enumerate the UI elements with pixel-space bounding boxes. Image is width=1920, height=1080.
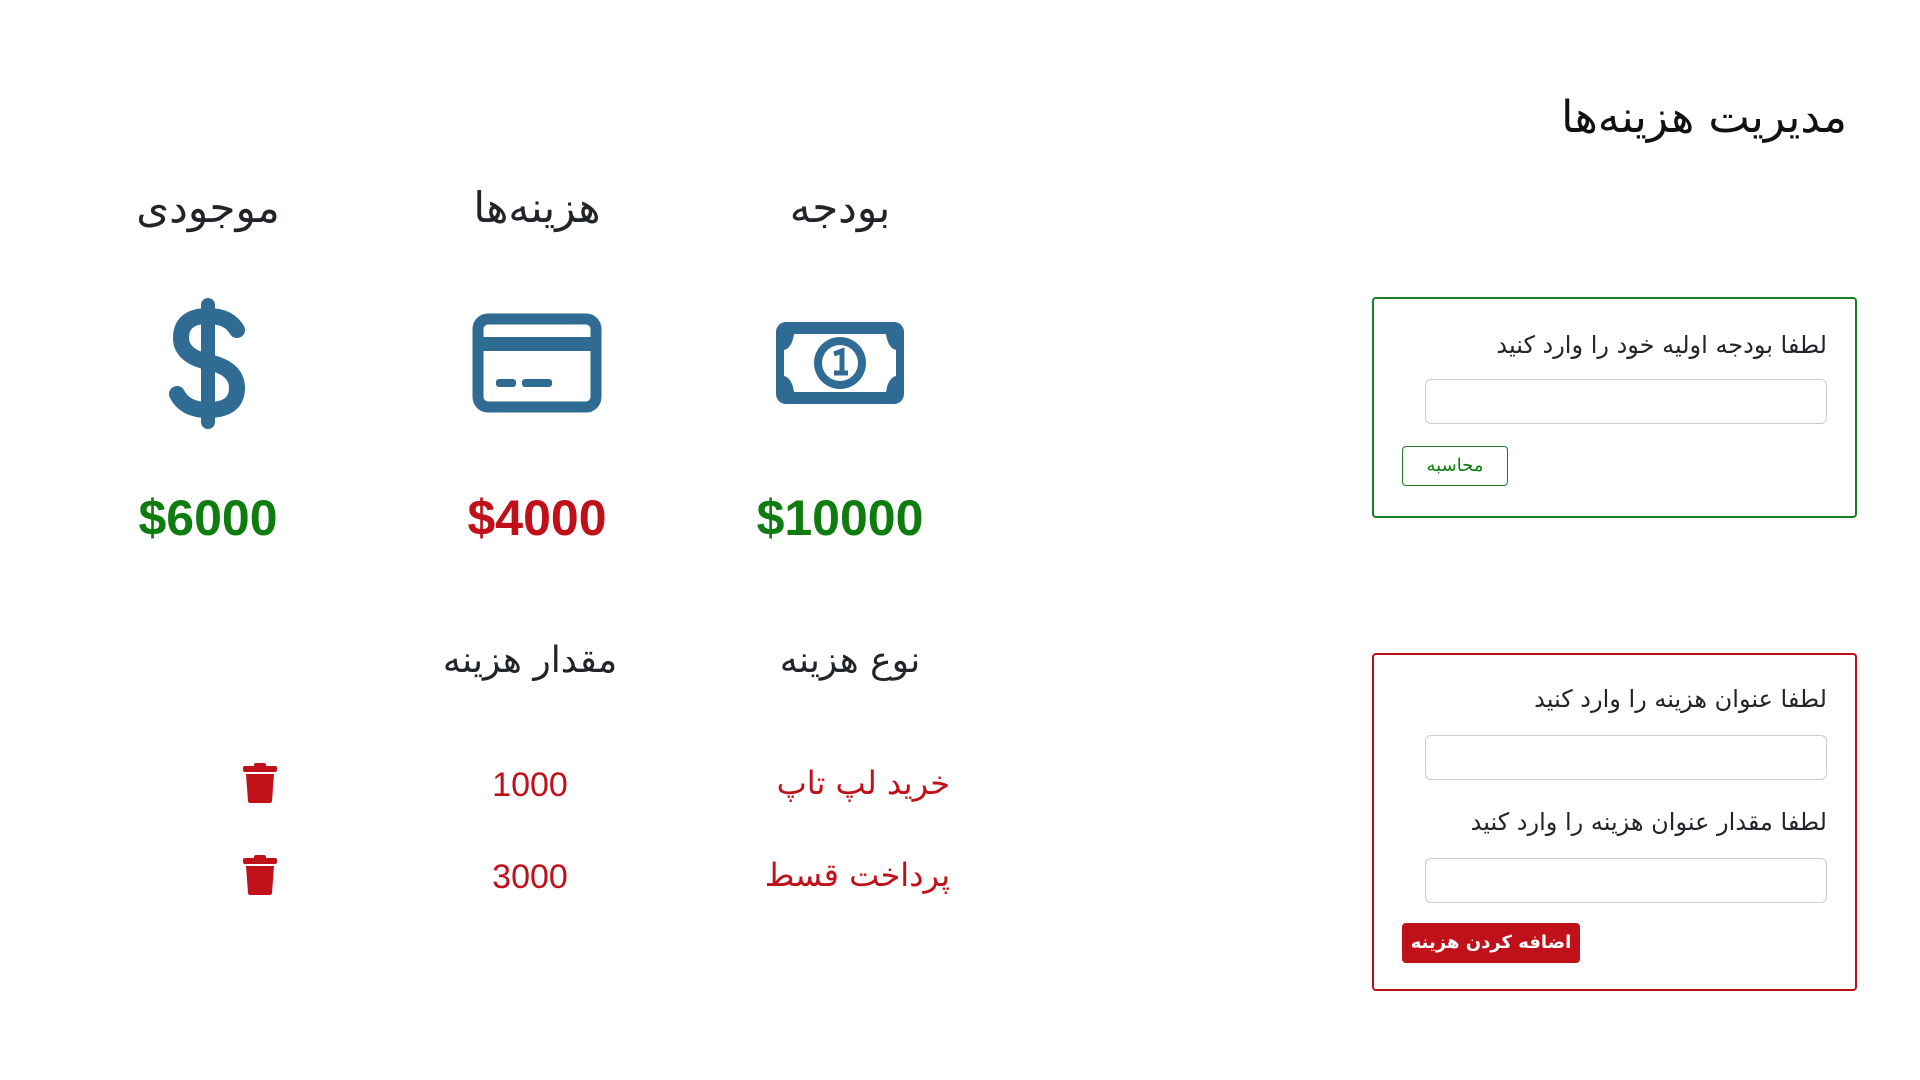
- page-title: مدیریت هزینه‌ها: [1561, 92, 1847, 143]
- balance-heading: موجودی: [136, 183, 280, 232]
- expense-amount-label: لطفا مقدار عنوان هزینه را وارد کنید: [1470, 808, 1827, 836]
- budget-summary: بودجه $10000: [710, 178, 970, 548]
- expense-amount-input[interactable]: [1425, 858, 1827, 903]
- expenses-summary: هزینه‌ها $4000: [407, 178, 667, 548]
- budget-input[interactable]: [1425, 379, 1827, 424]
- expenses-heading: هزینه‌ها: [473, 183, 601, 232]
- delete-expense-button[interactable]: [235, 758, 285, 808]
- expenses-value: $4000: [467, 490, 607, 546]
- trash-icon: [243, 855, 277, 895]
- expense-form: لطفا عنوان هزینه را وارد کنید لطفا مقدار…: [1372, 653, 1857, 991]
- delete-expense-button[interactable]: [235, 850, 285, 900]
- calculate-button[interactable]: محاسبه: [1402, 446, 1508, 486]
- balance-value: $6000: [138, 490, 278, 546]
- budget-form: لطفا بودجه اولیه خود را وارد کنید محاسبه: [1372, 297, 1857, 518]
- expense-title-label: لطفا عنوان هزینه را وارد کنید: [1534, 685, 1827, 713]
- budget-heading: بودجه: [789, 183, 891, 232]
- expense-row: خرید لپ تاپ 1000: [150, 758, 950, 818]
- trash-icon: [243, 763, 277, 803]
- credit-card-icon: [407, 298, 667, 428]
- expense-title: پرداخت قسط: [764, 856, 950, 894]
- expense-amount-header: مقدار هزینه: [442, 640, 618, 681]
- expense-type-header: نوع هزینه: [779, 640, 921, 681]
- budget-label: لطفا بودجه اولیه خود را وارد کنید: [1496, 331, 1827, 359]
- budget-value: $10000: [756, 490, 924, 546]
- expense-row: پرداخت قسط 3000: [150, 850, 950, 910]
- expense-amount: 3000: [492, 858, 568, 896]
- money-bill-icon: [710, 298, 970, 428]
- dollar-sign-icon: [78, 297, 338, 429]
- add-expense-button[interactable]: اضافه کردن هزینه: [1402, 923, 1580, 963]
- expense-amount: 1000: [492, 766, 568, 804]
- expense-title: خرید لپ تاپ: [776, 764, 950, 802]
- expense-title-input[interactable]: [1425, 735, 1827, 780]
- balance-summary: موجودی $6000: [78, 178, 338, 548]
